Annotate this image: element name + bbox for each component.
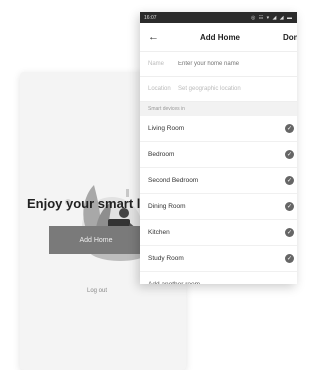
- name-label: Name: [148, 61, 165, 67]
- location-row[interactable]: Location Set geographic location: [140, 77, 297, 102]
- checkmark-icon[interactable]: ✓: [285, 254, 294, 263]
- checkmark-icon[interactable]: ✓: [285, 150, 294, 159]
- location-placeholder: Set geographic location: [178, 86, 241, 92]
- room-item-living-room[interactable]: Living Room ✓: [140, 116, 297, 142]
- add-another-room-button[interactable]: Add another room: [140, 272, 297, 285]
- page-title: Add Home: [200, 32, 240, 42]
- name-row: Name: [140, 52, 297, 77]
- room-item-dining-room[interactable]: Dining Room ✓: [140, 194, 297, 220]
- add-home-button[interactable]: Add Home: [49, 226, 143, 254]
- room-label: Study Room: [148, 255, 184, 262]
- logout-link[interactable]: Log out: [72, 288, 122, 294]
- room-label: Dining Room: [148, 203, 186, 210]
- add-home-screen: 16:07 ◎ ☷ ▾ ◢ ◢ ▬ ← Add Home Don Name Lo…: [140, 12, 297, 284]
- nav-bar: ← Add Home Don: [140, 23, 297, 52]
- room-label: Kitchen: [148, 229, 170, 236]
- status-bar: 16:07 ◎ ☷ ▾ ◢ ◢ ▬: [140, 12, 297, 23]
- room-item-study-room[interactable]: Study Room ✓: [140, 246, 297, 272]
- rooms-section-header: Smart devices in: [140, 102, 297, 116]
- status-time: 16:07: [144, 14, 157, 21]
- checkmark-icon[interactable]: ✓: [285, 176, 294, 185]
- room-label: Living Room: [148, 125, 185, 132]
- home-name-input[interactable]: [178, 61, 288, 67]
- room-item-bedroom[interactable]: Bedroom ✓: [140, 142, 297, 168]
- room-label: Second Bedroom: [148, 177, 199, 184]
- status-icons: ◎ ☷ ▾ ◢ ◢ ▬: [251, 14, 293, 21]
- location-label: Location: [148, 86, 171, 92]
- room-label: Bedroom: [148, 151, 175, 158]
- checkmark-icon[interactable]: ✓: [285, 202, 294, 211]
- checkmark-icon[interactable]: ✓: [285, 228, 294, 237]
- room-item-second-bedroom[interactable]: Second Bedroom ✓: [140, 168, 297, 194]
- checkmark-icon[interactable]: ✓: [285, 124, 294, 133]
- done-button[interactable]: Don: [283, 33, 297, 42]
- room-item-kitchen[interactable]: Kitchen ✓: [140, 220, 297, 246]
- back-arrow-icon[interactable]: ←: [148, 31, 159, 43]
